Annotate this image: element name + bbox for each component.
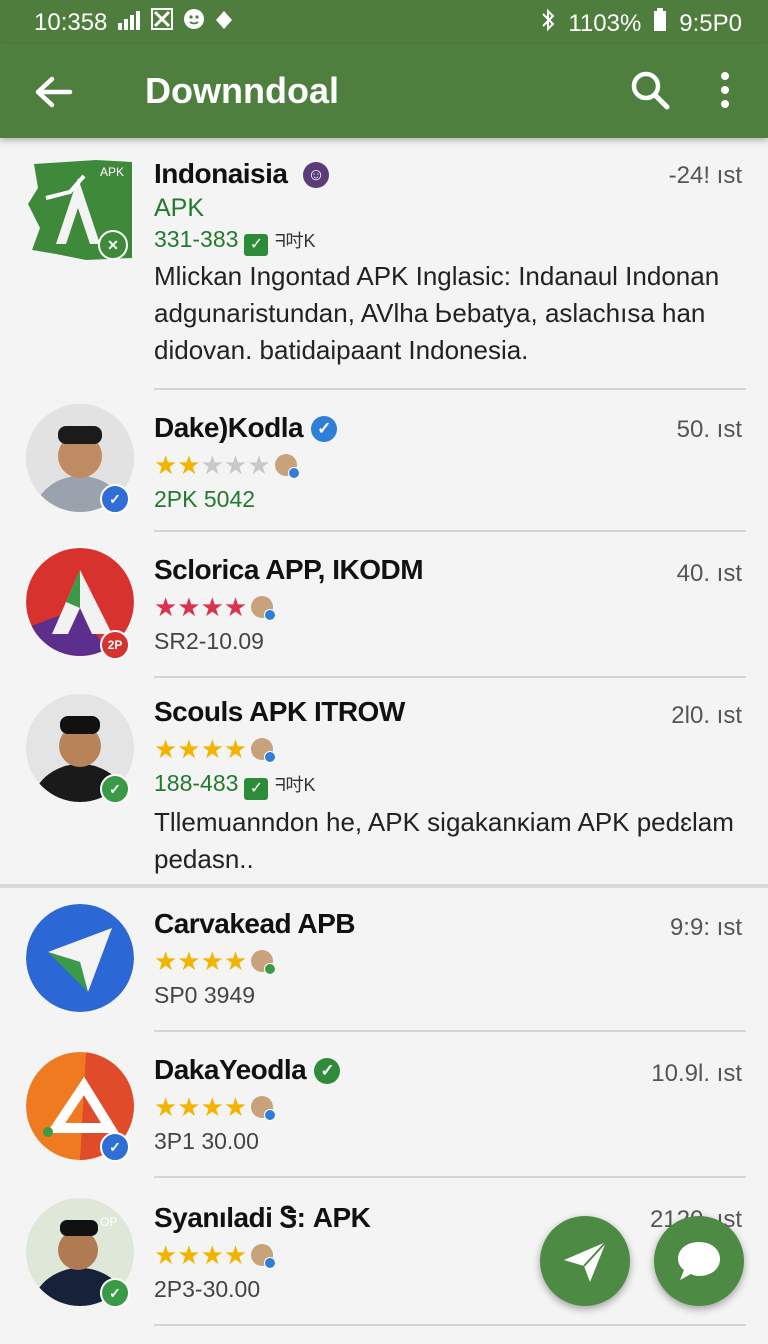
send-icon bbox=[564, 1241, 607, 1282]
chat-bubble-icon bbox=[678, 1242, 720, 1280]
profile-avatar-icon: ☺ bbox=[302, 162, 329, 188]
avatar-op-text: OP bbox=[100, 1215, 117, 1229]
list-item[interactable]: Carvakead APB 9:9: ıst ★★★★ SP0 3949 bbox=[0, 888, 768, 1034]
badge-icon: 2P bbox=[100, 630, 130, 660]
app-bar: Downndoal bbox=[0, 44, 768, 138]
send-fab-button[interactable] bbox=[540, 1216, 630, 1306]
page-title: Downndoal bbox=[145, 70, 339, 111]
item-time: 9:9: ıst bbox=[669, 914, 742, 941]
rating-stars: ★★★★ bbox=[154, 734, 277, 765]
chat-fab-button[interactable] bbox=[654, 1216, 744, 1306]
rating-stars: ★★★★ bbox=[154, 946, 277, 977]
mini-avatar-icon bbox=[251, 1096, 277, 1121]
rating-stars: ★★★★ bbox=[154, 1092, 277, 1123]
item-name: Scouls APK ITROW bbox=[154, 696, 405, 727]
item-time: 50. ıst bbox=[676, 416, 742, 443]
battery-icon bbox=[653, 8, 667, 39]
item-sub: SP0 3949 bbox=[154, 982, 256, 1008]
list-item[interactable]: ✓ Dake)Kodla ✓ 50. ıst ★★★★★ 2PK 5042 bbox=[0, 390, 768, 534]
diamond-icon bbox=[215, 9, 233, 37]
status-time: 10:358 bbox=[34, 8, 108, 36]
item-name: Syanıladi Ꮥ: APK bbox=[154, 1202, 371, 1233]
item-name: Dake)Kodla ✓ bbox=[154, 412, 338, 444]
divider bbox=[154, 1030, 746, 1032]
item-time: 2l0. ıst bbox=[671, 702, 742, 729]
more-vert-icon[interactable] bbox=[710, 68, 740, 112]
item-sub: 188-483 ✓ ᖷ吋K bbox=[154, 770, 315, 800]
item-sub: 2P3-30.00 bbox=[154, 1276, 261, 1302]
list-item[interactable]: ✓ Scouls APK ITROW 2l0. ıst ★★★★ 188-483… bbox=[0, 680, 768, 886]
item-time: -24ǃ ıst bbox=[668, 162, 742, 189]
badge-icon: ✓ bbox=[100, 1132, 130, 1162]
mini-avatar-icon bbox=[251, 950, 277, 975]
status-bar: 10:358 1103% 9:5P0 bbox=[0, 0, 768, 44]
list-item[interactable]: APK ✕ Indonaisia ☺ -24ǃ ıst APK 331-383 ✓… bbox=[0, 138, 768, 390]
list-item[interactable]: ✓ DakaYeodla ✓ 10.9l. ıst ★★★★ 3P1 30.00 bbox=[0, 1034, 768, 1180]
signal-icon bbox=[117, 9, 141, 37]
bluetooth-icon bbox=[540, 8, 556, 39]
rating-stars: ★★★★★ bbox=[154, 450, 300, 481]
indonesia-map-logo: APK ✕ bbox=[26, 158, 134, 262]
list-item[interactable]: OP ✓ Syanıladi Ꮥ: APK 2120. ıst ★★★★ 2P3… bbox=[0, 1180, 768, 1344]
logo-apk-text: APK bbox=[100, 165, 124, 179]
divider bbox=[154, 530, 746, 532]
badge-icon: ✓ bbox=[100, 774, 130, 804]
badge-icon: ✓ bbox=[100, 484, 130, 514]
divider bbox=[154, 1176, 746, 1178]
verified-icon: ✓ bbox=[311, 416, 338, 442]
mini-avatar-icon bbox=[274, 454, 300, 479]
item-sub: 2PK 5042 bbox=[154, 486, 256, 512]
mini-avatar-icon bbox=[251, 596, 277, 621]
check-box-icon: ✓ bbox=[244, 234, 269, 256]
check-box-icon: ✓ bbox=[244, 778, 269, 800]
divider bbox=[154, 1324, 746, 1326]
verified-icon: ✓ bbox=[314, 1058, 341, 1084]
item-time: 10.9l. ıst bbox=[651, 1060, 742, 1087]
list-item[interactable]: 2P Sclorica APP, IKODM 40. ıst ★★★★ SR2-… bbox=[0, 534, 768, 680]
search-icon[interactable] bbox=[628, 68, 672, 112]
battery-percent: 1103% bbox=[568, 9, 642, 37]
status-time-right: 9:5P0 bbox=[679, 9, 742, 37]
item-description: Tllemuanndon he, APK sigakanĸiam APK ped… bbox=[154, 807, 734, 874]
item-time: 40. ıst bbox=[676, 560, 742, 587]
mini-avatar-icon bbox=[251, 1244, 277, 1269]
item-description: Mlickan Ingontad APK Inglasic: Indanaul … bbox=[154, 261, 720, 365]
notification-x-icon bbox=[151, 8, 174, 37]
emoji-icon bbox=[183, 8, 205, 37]
mini-avatar-icon bbox=[251, 738, 277, 763]
item-name: Sclorica APP, IKODM bbox=[154, 554, 424, 585]
badge-icon: ✕ bbox=[98, 230, 128, 260]
item-name: DakaYeodla ✓ bbox=[154, 1054, 341, 1086]
item-sub: SR2-10.09 bbox=[154, 628, 264, 654]
item-sub: 331-383 ✓ ᖷ吋K bbox=[154, 226, 315, 256]
item-sub: 3P1 30.00 bbox=[154, 1128, 259, 1154]
app-logo bbox=[26, 904, 134, 1012]
item-tag: APK bbox=[154, 194, 205, 222]
divider bbox=[154, 676, 746, 678]
rating-stars: ★★★★ bbox=[154, 592, 277, 623]
badge-icon: ✓ bbox=[100, 1278, 130, 1308]
arrow-back-icon[interactable] bbox=[30, 68, 78, 116]
item-name: Indonaisia ☺ bbox=[154, 158, 329, 190]
item-name: Carvakead APB bbox=[154, 908, 356, 939]
rating-stars: ★★★★ bbox=[154, 1240, 277, 1271]
